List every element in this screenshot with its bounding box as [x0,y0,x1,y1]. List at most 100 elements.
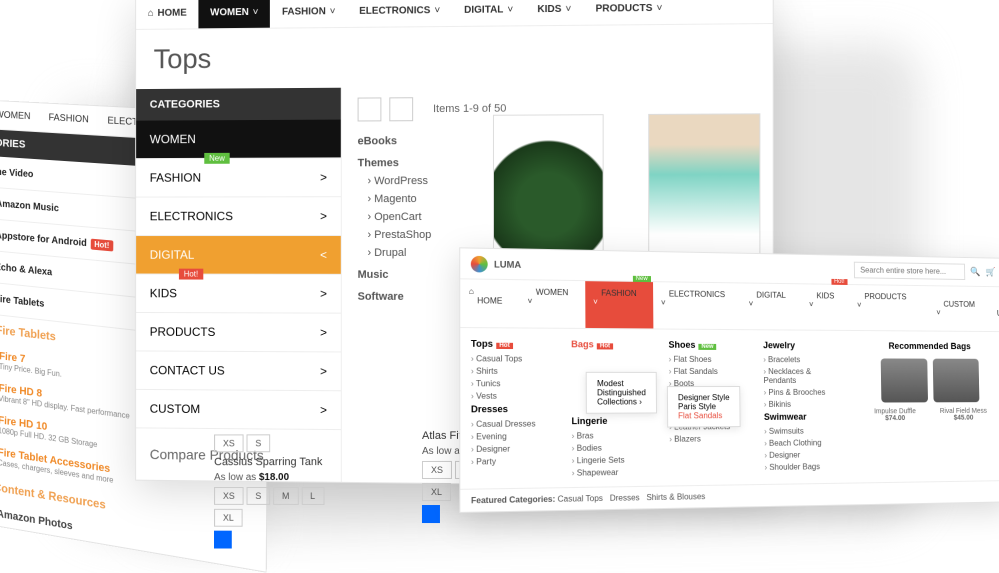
col-swimwear[interactable]: Swimwear [764,412,845,422]
link-bikinis[interactable]: Bikinis [764,400,845,409]
link-designer2[interactable]: Designer [764,450,845,460]
link-designer[interactable]: Designer [471,444,553,454]
nav-products[interactable]: PRODUCTS ˅ [583,0,674,25]
chevron-right-icon: > [320,364,327,378]
cat-fashion[interactable]: NewFASHION> [136,158,341,197]
luma-logo[interactable]: LUMA [471,255,521,272]
col-dresses[interactable]: Dresses [471,404,553,415]
page-title: Tops [136,24,773,89]
nav-kids[interactable]: Hot!KIDS ˅ [801,284,850,330]
color-swatch[interactable] [422,505,440,523]
link-casual-dresses[interactable]: Casual Dresses [471,419,553,429]
size-xs[interactable]: XS [214,487,243,505]
nav-electronics[interactable]: ELECTRONICS ˅ [347,0,452,27]
link-flat-sandals[interactable]: Flat Sandals [669,367,746,376]
megamenu: TopsHot Casual Tops Shirts Tunics Vests … [460,328,999,489]
col-shoes[interactable]: ShoesNew [668,340,745,350]
nav-home[interactable]: ⌂ HOME [136,0,198,29]
nav-women[interactable]: WOMEN [0,101,40,132]
size-xl[interactable]: XL [214,509,242,527]
nav-digital[interactable]: DIGITAL ˅ [452,0,525,26]
link-shoulder[interactable]: Shoulder Bags [764,462,845,472]
nav-products[interactable]: PRODUCTS ˅ [849,285,922,331]
bag-image[interactable] [933,359,980,403]
logo-icon [471,255,488,272]
nav-home[interactable]: ⌂ HOME [460,279,519,327]
chevron-right-icon: > [320,170,327,184]
search-input[interactable] [853,262,964,280]
link-shapewear[interactable]: Shapewear [572,467,652,477]
cat-kids[interactable]: Hot!KIDS> [136,275,341,314]
link-pins[interactable]: Pins & Brooches [764,388,845,397]
hot-badge: Hot! [90,238,113,251]
cat-contact[interactable]: CONTACT US> [136,351,341,391]
nav-custom[interactable]: CUSTOM ˅ [929,293,990,324]
nav-fashion[interactable]: FASHION [39,103,98,134]
link-party[interactable]: Party [471,456,553,466]
link-necklaces[interactable]: Necklaces & Pendants [763,367,844,385]
link-vests[interactable]: Vests [471,391,553,401]
link-tunics[interactable]: Tunics [471,379,553,388]
product-card[interactable]: XSS Cassius Sparring Tank As low as $18.… [214,430,392,549]
link-lingerie-sets[interactable]: Lingerie Sets [572,455,652,465]
cat-women[interactable]: WOMEN [136,120,341,160]
size-m[interactable]: M [273,487,298,505]
nav-contact[interactable]: CONTACT US ˅ [989,294,999,325]
col-bags[interactable]: BagsHot [571,339,650,350]
nav-fashion[interactable]: NewFASHION ˅ [585,281,653,328]
nav-women[interactable]: WOMEN ˅ [198,0,270,28]
grid-view-icon[interactable] [358,97,382,121]
category-sidebar: CATEGORIES WOMEN NewFASHION> ELECTRONICS… [136,88,342,482]
col-jewelry[interactable]: Jewelry [763,340,844,350]
link-evening[interactable]: Evening [471,432,553,442]
link-beach[interactable]: Beach Clothing [764,438,845,448]
link-bracelets[interactable]: Bracelets [763,355,844,364]
fly-distinguished[interactable]: Distinguished [597,388,646,397]
cat-custom[interactable]: CUSTOM> [136,390,341,430]
color-swatch[interactable] [214,531,232,549]
cat-products[interactable]: PRODUCTS> [136,313,341,352]
list-view-icon[interactable] [389,97,413,121]
nav-digital[interactable]: DIGITAL ˅ [741,283,802,329]
feat-shirts-blouses[interactable]: Shirts & Blouses [646,492,705,502]
fly-flat-sandals[interactable]: Flat Sandals [678,411,730,420]
luma-nav: ⌂ HOME WOMEN ˅ NewFASHION ˅ ELECTRONICS … [460,279,999,332]
nav-women[interactable]: WOMEN ˅ [519,280,585,328]
nav-electronics[interactable]: ELECTRONICS ˅ [653,282,741,329]
product-image[interactable] [648,113,760,265]
link-swimsuits[interactable]: Swimsuits [764,426,845,436]
chevron-right-icon: > [320,326,327,340]
cart-icon[interactable]: 🛒 [986,267,996,278]
hot-badge: Hot! [179,269,203,280]
product-image[interactable] [493,114,604,265]
fly-collections[interactable]: Collections › [597,397,646,406]
size-xs[interactable]: XS [214,434,243,452]
feat-dresses[interactable]: Dresses [610,493,640,503]
product-name: Cassius Sparring Tank [214,456,392,468]
cat-digital[interactable]: DIGITAL< [136,236,341,275]
search-icon[interactable]: 🔍 [970,267,980,278]
nav-kids[interactable]: KIDS ˅ [525,0,583,25]
items-count: Items 1-9 of 50 [433,103,506,115]
chevron-right-icon: > [320,403,327,417]
bag-image[interactable] [881,358,928,402]
link-shirts[interactable]: Shirts [471,367,553,376]
size-xs[interactable]: XS [422,461,452,479]
size-l[interactable]: L [301,487,324,505]
fly-modest[interactable]: Modest [597,379,646,388]
feat-casual-tops[interactable]: Casual Tops [558,494,603,504]
col-tops[interactable]: TopsHot [471,338,553,349]
size-s[interactable]: S [247,434,271,452]
cat-electronics[interactable]: ELECTRONICS> [136,197,341,236]
link-flat-shoes[interactable]: Flat Shoes [669,355,746,364]
col-lingerie[interactable]: Lingerie [571,416,651,427]
link-bodies[interactable]: Bodies [572,443,652,453]
fly-designer-style[interactable]: Designer Style [678,393,730,402]
link-bras[interactable]: Bras [572,431,652,441]
link-blazers[interactable]: Blazers [669,434,746,444]
nav-fashion[interactable]: FASHION ˅ [270,0,347,28]
link-casual-tops[interactable]: Casual Tops [471,354,553,364]
size-xl[interactable]: XL [422,483,451,501]
size-s[interactable]: S [247,487,271,505]
fly-paris-style[interactable]: Paris Style [678,402,730,411]
